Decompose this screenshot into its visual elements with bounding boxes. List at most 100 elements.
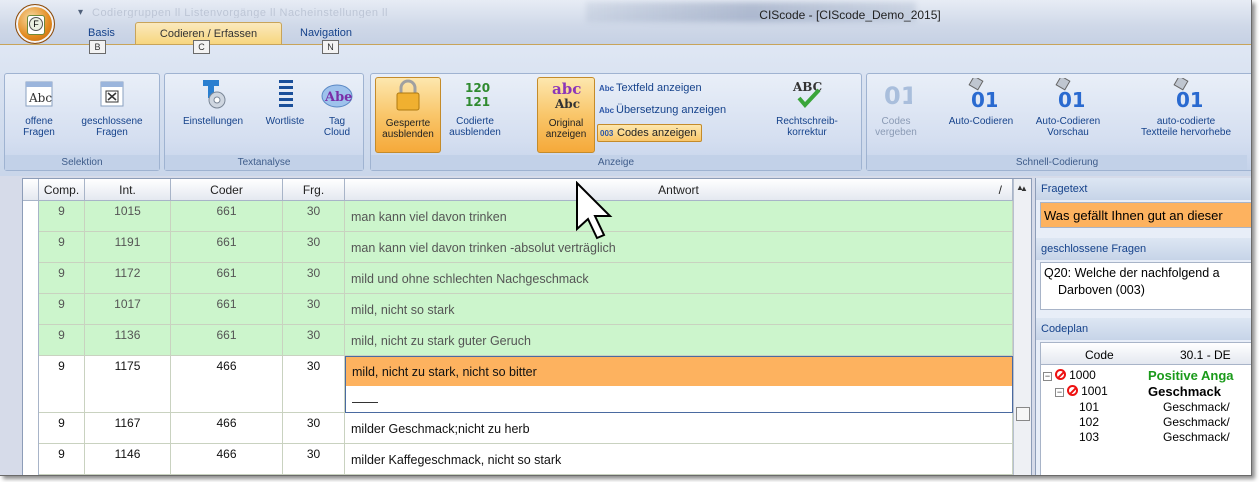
cell-frg: 30 [283, 325, 345, 356]
table-row[interactable]: 9 1136 661 30 mild, nicht zu stark guter… [23, 325, 1013, 356]
cell-comp: 9 [39, 263, 85, 294]
collapse-icon[interactable]: − [1055, 388, 1064, 397]
settings-button[interactable]: Einstellungen [169, 78, 257, 127]
cell-antwort[interactable]: man kann viel davon trinken [345, 201, 1013, 232]
hide-coded-button[interactable]: 120 121 Codierte ausblenden [443, 78, 507, 138]
table-row[interactable]: 9 1015 661 30 man kann viel davon trinke… [23, 201, 1013, 232]
table-row[interactable]: 9 1172 661 30 mild und ohne schlechten N… [23, 263, 1013, 294]
blocked-icon [1055, 369, 1067, 380]
svg-text:abc: abc [552, 80, 581, 98]
table-row[interactable]: 9 1191 661 30 man kann viel davon trinke… [23, 232, 1013, 263]
keytip-codieren: C [193, 40, 210, 54]
spellcheck-label1: Rechtschreib- [776, 116, 838, 127]
collapse-icon[interactable]: − [1043, 372, 1052, 381]
show-translation-button[interactable]: Abc Übersetzung anzeigen [599, 104, 726, 116]
assign-codes-label1: Codes [881, 116, 911, 127]
show-codes-button[interactable]: 003 Codes anzeigen [597, 124, 702, 142]
table-row[interactable]: 9 1167 466 30 milder Geschmack;nicht zu … [23, 413, 1013, 444]
row-header-corner [23, 179, 39, 201]
table-row[interactable]: 9 1146 466 30 milder Kaffegeschmack, nic… [23, 444, 1013, 475]
auto-code-label: Auto-Codieren [948, 116, 1014, 127]
ribbon: Abc offene Fragen geschlossene Fragen Se… [0, 44, 1251, 176]
show-codes-label: Codes anzeigen [617, 127, 697, 139]
closed-questions-button[interactable]: geschlossene Fragen [71, 78, 153, 138]
keytip-basis: B [89, 40, 106, 54]
cell-antwort[interactable]: milder Geschmack;nicht zu herb [345, 413, 1013, 444]
show-textfield-button[interactable]: Abc Textfeld anzeigen [599, 82, 702, 94]
spellcheck-button[interactable]: ABC Rechtschreib- korrektur [767, 78, 847, 138]
auto-code-preview-label1: Auto-Codieren [1035, 116, 1101, 127]
table-row[interactable]: 9 1017 661 30 mild, nicht so stark [23, 294, 1013, 325]
spellcheck-label2: korrektur [787, 127, 827, 138]
column-header-frg[interactable]: Frg. [283, 179, 345, 201]
settings-label: Einstellungen [182, 116, 244, 127]
cell-antwort-editor[interactable]: mild, nicht zu stark, nicht so bitter [345, 356, 1013, 413]
tab-codieren-label: Codieren / Erfassen [159, 28, 258, 40]
auto-code-button[interactable]: 01 Auto-Codieren [937, 75, 1025, 127]
group-label-selektion: Selektion [5, 155, 159, 170]
codeplan-header-code[interactable]: Code [1085, 348, 1114, 362]
show-original-label1: Original [548, 118, 584, 129]
tree-code: 1001 [1081, 384, 1108, 398]
application-window: F ▾ Codiergruppen ll Listenvorgänge ll N… [0, 0, 1252, 476]
cell-comp: 9 [39, 201, 85, 232]
table-row-editing[interactable]: 9 1175 466 30 mild, nicht zu stark, nich… [23, 356, 1013, 413]
cell-frg: 30 [283, 356, 345, 413]
highlight-autocoded-label2: Textteile hervorhebe [1140, 127, 1232, 138]
codeplan-header-label[interactable]: 30.1 - DE [1180, 348, 1231, 362]
tree-code: 1000 [1069, 368, 1096, 382]
codeplan-tree: Code 30.1 - DE − 1000 Positive Anga − 10… [1040, 342, 1251, 475]
cell-int: 1191 [85, 232, 171, 263]
blocked-icon [1067, 385, 1079, 396]
grid-vertical-scrollbar[interactable]: ▲ [1013, 179, 1031, 475]
tag-cloud-button[interactable]: Abe Tag Cloud [313, 78, 361, 138]
tree-code: 102 [1079, 415, 1100, 429]
cell-antwort[interactable]: mild und ohne schlechten Nachgeschmack [345, 263, 1013, 294]
group-label-schnell-codierung: Schnell-Codierung [867, 155, 1247, 170]
fragetext-box: Was gefällt Ihnen gut an dieser [1040, 202, 1251, 228]
cell-antwort[interactable]: mild, nicht zu stark guter Geruch [345, 325, 1013, 356]
highlight-autocoded-button[interactable]: 01 auto-codierte Textteile hervorhebe [1121, 75, 1251, 138]
tree-item-103[interactable]: 103 Geschmack/ [1079, 430, 1230, 444]
tab-basis-label: Basis [88, 27, 115, 39]
tree-item-1001[interactable]: − 1001 Geschmack [1055, 384, 1221, 399]
app-menu-button[interactable]: F [15, 4, 55, 44]
column-header-comp[interactable]: Comp. [39, 179, 85, 201]
show-original-button[interactable]: abc Abc Original anzeigen [537, 77, 595, 153]
show-textfield-label: Textfeld anzeigen [616, 82, 702, 94]
svg-text:120: 120 [465, 81, 490, 95]
quick-access-dropdown-icon[interactable]: ▾ [78, 7, 83, 18]
closed-questions-label2: Fragen [96, 127, 128, 138]
auto-code-preview-button[interactable]: 01 Auto-Codieren Vorschau [1023, 75, 1113, 138]
assign-codes-button[interactable]: 01 Codes vergeben [867, 78, 925, 138]
closed-questions-icon [100, 81, 124, 107]
tree-item-1000[interactable]: − 1000 Positive Anga [1043, 368, 1233, 383]
answers-grid: Comp. Int. Coder Frg. Antwort / 9 1015 6… [22, 178, 1032, 475]
cell-int: 1172 [85, 263, 171, 294]
cell-antwort[interactable]: mild, nicht so stark [345, 294, 1013, 325]
closed-questions-label1: geschlossene [81, 116, 143, 127]
cell-comp: 9 [39, 356, 85, 413]
hide-locked-button[interactable]: Gesperrte ausblenden [375, 77, 441, 153]
scrollbar-thumb[interactable] [1016, 407, 1030, 421]
cell-antwort[interactable]: man kann viel davon trinken -absolut ver… [345, 232, 1013, 263]
tree-label: Geschmack/ [1163, 400, 1230, 414]
tree-item-102[interactable]: 102 Geschmack/ [1079, 415, 1230, 429]
antwort-editing-text[interactable]: mild, nicht zu stark, nicht so bitter [346, 357, 1012, 386]
pane-scroll-up-icon[interactable]: ▲ [1013, 178, 1035, 200]
tree-item-101[interactable]: 101 Geschmack/ [1079, 400, 1230, 414]
svg-text:Abc: Abc [554, 97, 580, 111]
column-header-antwort[interactable]: Antwort / [345, 179, 1013, 201]
tag-cloud-icon: Abe [321, 84, 353, 108]
open-questions-button[interactable]: Abc offene Fragen [9, 78, 69, 138]
tab-navigation-label: Navigation [300, 27, 352, 39]
svg-text:01: 01 [971, 88, 997, 110]
column-header-int[interactable]: Int. [85, 179, 171, 201]
tree-label: Geschmack/ [1163, 430, 1230, 444]
column-header-coder[interactable]: Coder [171, 179, 283, 201]
cell-frg: 30 [283, 263, 345, 294]
cell-frg: 30 [283, 444, 345, 475]
cell-antwort[interactable]: milder Kaffegeschmack, nicht so stark [345, 444, 1013, 475]
word-list-button[interactable]: Wortliste [257, 78, 313, 127]
antwort-header-label: Antwort [658, 183, 699, 197]
